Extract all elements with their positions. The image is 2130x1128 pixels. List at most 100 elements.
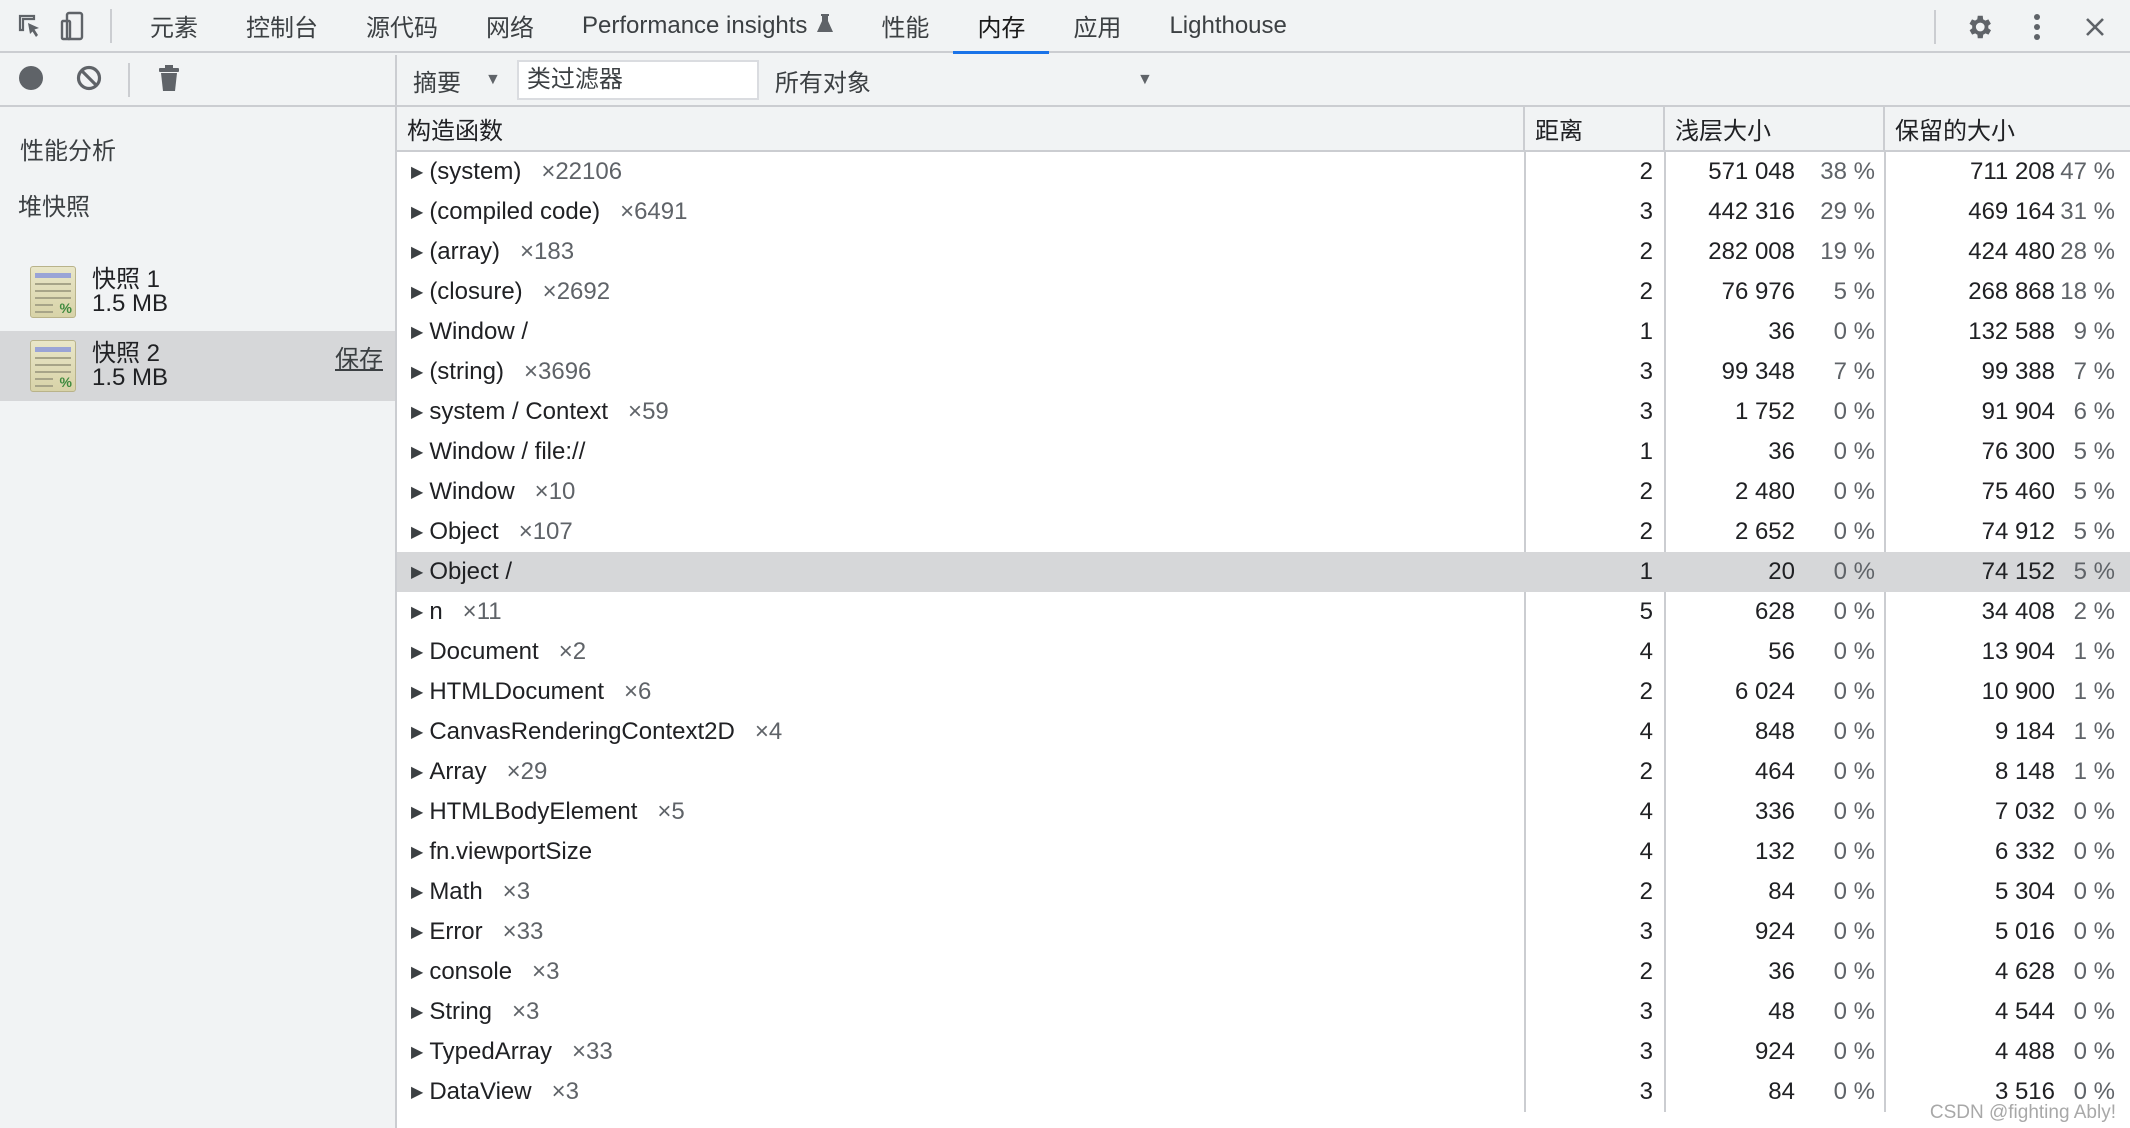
constructor-name: (array) — [429, 238, 500, 265]
table-row[interactable]: ▶ Window / 1 36 0 % 132 588 9 % — [397, 312, 2130, 352]
object-filter-select[interactable]: 所有对象 ▼ — [759, 54, 1169, 106]
table-row[interactable]: ▶ Error ×33 3 924 0 % 5 016 0 % — [397, 912, 2130, 952]
expand-triangle-icon[interactable]: ▶ — [411, 682, 423, 702]
column-header-shallow-size[interactable]: 浅层大小 — [1665, 107, 1885, 150]
class-filter-input[interactable] — [516, 60, 759, 100]
expand-triangle-icon[interactable]: ▶ — [411, 802, 423, 822]
table-row[interactable]: ▶ Object / 1 20 0 % 74 152 5 % — [397, 552, 2130, 592]
expand-triangle-icon[interactable]: ▶ — [411, 722, 423, 742]
column-header-distance[interactable]: 距离 — [1525, 107, 1665, 150]
expand-triangle-icon[interactable]: ▶ — [411, 322, 423, 342]
expand-triangle-icon[interactable]: ▶ — [411, 482, 423, 502]
constructor-name: fn.viewportSize — [429, 838, 593, 865]
shallow-size-percent: 0 % — [1833, 998, 1875, 1025]
clear-button[interactable] — [60, 54, 118, 106]
tab-2[interactable]: 源代码 — [342, 0, 462, 52]
flask-icon — [817, 13, 834, 39]
retained-size-value: 74 152 — [1981, 558, 2055, 585]
expand-triangle-icon[interactable]: ▶ — [411, 762, 423, 782]
retained-size-percent: 47 % — [2060, 158, 2115, 185]
expand-triangle-icon[interactable]: ▶ — [411, 1082, 423, 1102]
constructor-name: String — [429, 998, 493, 1025]
distance-value: 2 — [1639, 278, 1653, 305]
table-row[interactable]: ▶ system / Context ×59 3 1 752 0 % 91 904 6 % — [397, 392, 2130, 432]
table-row[interactable]: ▶ Array ×29 2 464 0 % 8 148 1 % — [397, 752, 2130, 792]
tab-3[interactable]: 网络 — [462, 0, 558, 52]
table-row[interactable]: ▶ fn.viewportSize 4 132 0 % 6 332 0 % — [397, 832, 2130, 872]
table-row[interactable]: ▶ n ×11 5 628 0 % 34 408 2 % — [397, 592, 2130, 632]
table-row[interactable]: ▶ Math ×3 2 84 0 % 5 304 0 % — [397, 872, 2130, 912]
expand-triangle-icon[interactable]: ▶ — [411, 402, 423, 422]
retained-size-value: 268 868 — [1968, 278, 2055, 305]
expand-triangle-icon[interactable]: ▶ — [411, 642, 423, 662]
collect-garbage-button[interactable] — [140, 54, 198, 106]
expand-triangle-icon[interactable]: ▶ — [411, 882, 423, 902]
tab-6[interactable]: 内存 — [953, 0, 1050, 54]
expand-triangle-icon[interactable]: ▶ — [411, 242, 423, 262]
table-row[interactable]: ▶ (array) ×183 2 282 008 19 % 424 480 28 % — [397, 232, 2130, 272]
snapshot-item[interactable]: % 快照 1 1.5 MB — [0, 257, 395, 327]
constructor-name: HTMLBodyElement — [429, 798, 638, 825]
expand-triangle-icon[interactable]: ▶ — [411, 842, 423, 862]
table-row[interactable]: ▶ console ×3 2 36 0 % 4 628 0 % — [397, 952, 2130, 992]
table-row[interactable]: ▶ (system) ×22106 2 571 048 38 % 711 208 47 % — [397, 152, 2130, 192]
table-row[interactable]: ▶ TypedArray ×33 3 924 0 % 4 488 0 % — [397, 1032, 2130, 1072]
distance-value: 2 — [1639, 158, 1653, 185]
retained-size-value: 99 388 — [1981, 358, 2055, 385]
view-select[interactable]: 摘要 ▼ — [397, 54, 517, 106]
snapshot-item[interactable]: % 快照 2 1.5 MB 保存 — [0, 331, 395, 401]
tab-5[interactable]: 性能 — [857, 0, 953, 52]
heap-snapshot-group-label: 堆快照 — [18, 194, 90, 221]
expand-triangle-icon[interactable]: ▶ — [411, 202, 423, 222]
table-row[interactable]: ▶ HTMLDocument ×6 2 6 024 0 % 10 900 1 % — [397, 672, 2130, 712]
table-row[interactable]: ▶ (closure) ×2692 2 76 976 5 % 268 868 18 % — [397, 272, 2130, 312]
shallow-size-percent: 0 % — [1833, 958, 1875, 985]
table-row[interactable]: ▶ HTMLBodyElement ×5 4 336 0 % 7 032 0 % — [397, 792, 2130, 832]
table-row[interactable]: ▶ Window ×10 2 2 480 0 % 75 460 5 % — [397, 472, 2130, 512]
expand-triangle-icon[interactable]: ▶ — [411, 282, 423, 302]
table-row[interactable]: ▶ Object ×107 2 2 652 0 % 74 912 5 % — [397, 512, 2130, 552]
column-header-constructor[interactable]: 构造函数 — [397, 107, 1525, 150]
snapshot-name: 快照 1 — [92, 266, 161, 293]
expand-triangle-icon[interactable]: ▶ — [411, 522, 423, 542]
table-row[interactable]: ▶ (string) ×3696 3 99 348 7 % 99 388 7 % — [397, 352, 2130, 392]
expand-triangle-icon[interactable]: ▶ — [411, 362, 423, 382]
table-row[interactable]: ▶ String ×3 3 48 0 % 4 544 0 % — [397, 992, 2130, 1032]
expand-triangle-icon[interactable]: ▶ — [411, 162, 423, 182]
tab-0[interactable]: 元素 — [126, 0, 222, 52]
close-icon[interactable] — [2066, 0, 2124, 53]
distance-value: 5 — [1639, 598, 1653, 625]
tab-8[interactable]: Lighthouse — [1145, 0, 1310, 52]
table-row[interactable]: ▶ (compiled code) ×6491 3 442 316 29 % 469 164… — [397, 192, 2130, 232]
tab-label: 源代码 — [366, 15, 438, 42]
device-toggle-icon[interactable] — [52, 0, 96, 52]
shallow-size-value: 48 — [1768, 998, 1795, 1025]
shallow-size-value: 132 — [1754, 838, 1795, 865]
dropdown-arrow-icon: ▼ — [485, 71, 501, 88]
tab-7[interactable]: 应用 — [1049, 0, 1145, 52]
distance-value: 4 — [1639, 638, 1653, 665]
expand-triangle-icon[interactable]: ▶ — [411, 602, 423, 622]
expand-triangle-icon[interactable]: ▶ — [411, 922, 423, 942]
retained-size-percent: 0 % — [2073, 878, 2115, 905]
more-vertical-icon[interactable] — [2008, 0, 2066, 53]
expand-triangle-icon[interactable]: ▶ — [411, 562, 423, 582]
expand-triangle-icon[interactable]: ▶ — [411, 962, 423, 982]
settings-gear-icon[interactable] — [1950, 0, 2008, 53]
inspect-element-icon[interactable] — [8, 0, 52, 52]
table-row[interactable]: ▶ DataView ×3 3 84 0 % 3 516 0 % — [397, 1072, 2130, 1112]
tab-4[interactable]: Performance insights — [558, 0, 857, 52]
table-row[interactable]: ▶ Window / file:// 1 36 0 % 76 300 5 % — [397, 432, 2130, 472]
retained-size-value: 469 164 — [1968, 198, 2055, 225]
tab-1[interactable]: 控制台 — [222, 0, 342, 52]
expand-triangle-icon[interactable]: ▶ — [411, 442, 423, 462]
save-snapshot-link[interactable]: 保存 — [335, 339, 383, 374]
expand-triangle-icon[interactable]: ▶ — [411, 1042, 423, 1062]
expand-triangle-icon[interactable]: ▶ — [411, 1002, 423, 1022]
table-row[interactable]: ▶ Document ×2 4 56 0 % 13 904 1 % — [397, 632, 2130, 672]
shallow-size-percent: 0 % — [1833, 518, 1875, 545]
column-header-retained-size[interactable]: 保留的大小 — [1885, 107, 2130, 150]
record-button[interactable] — [2, 54, 60, 106]
constructor-name: (compiled code) — [429, 198, 601, 225]
table-row[interactable]: ▶ CanvasRenderingContext2D ×4 4 848 0 % 9 184 1… — [397, 712, 2130, 752]
